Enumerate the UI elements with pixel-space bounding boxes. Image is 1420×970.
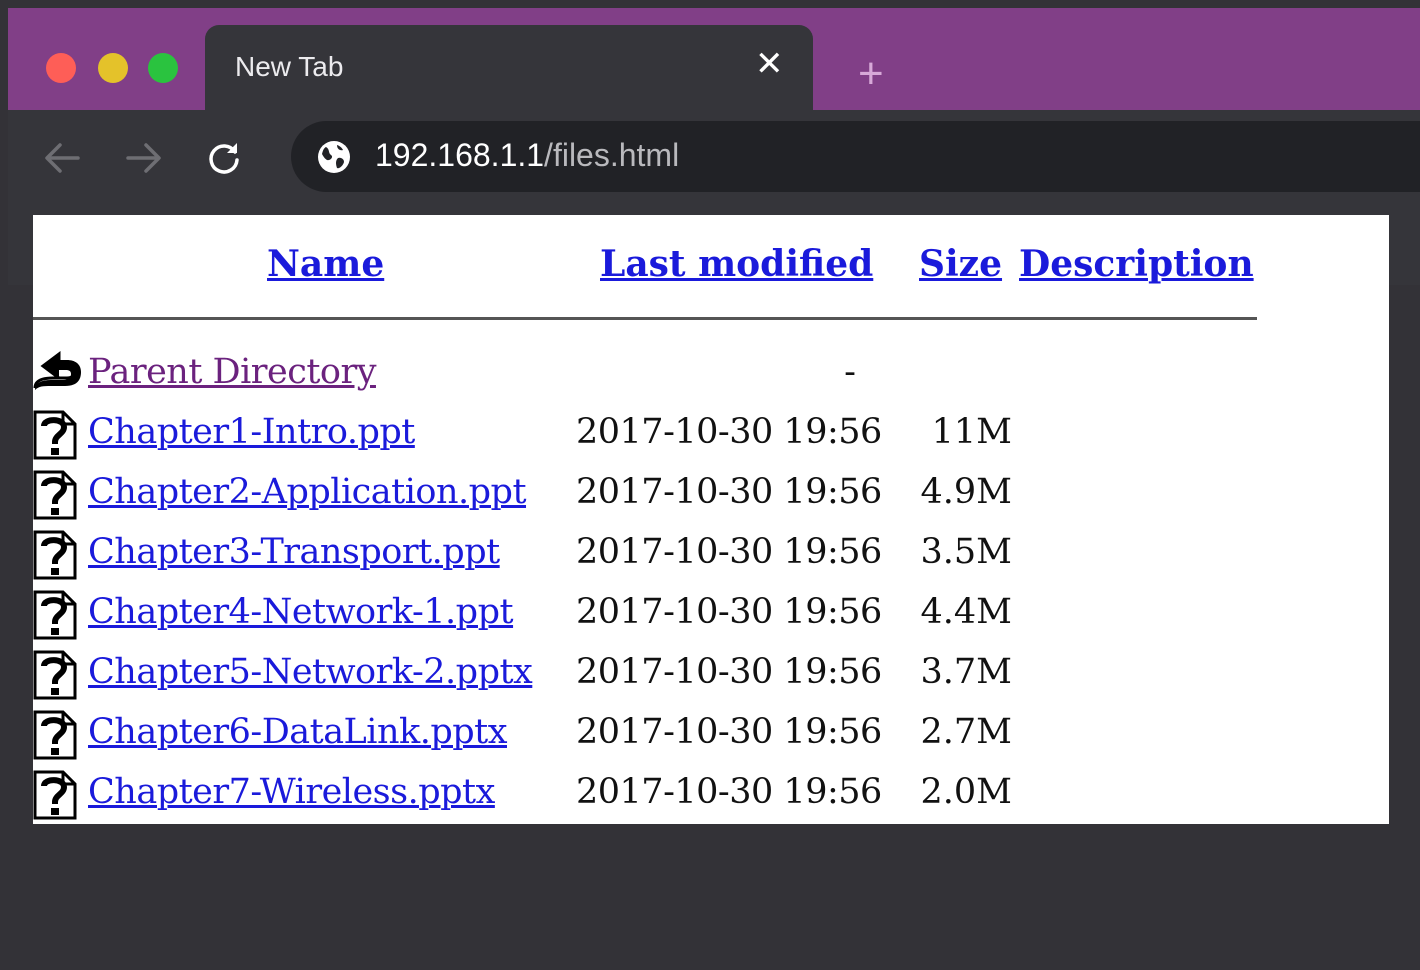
unknown-file-icon — [33, 770, 77, 824]
url-host: 192.168.1.1 — [375, 137, 545, 173]
file-size: 2.7M — [920, 712, 1013, 752]
back-arrow-icon[interactable] — [44, 142, 80, 179]
file-size: 11M — [931, 412, 1012, 452]
sort-by-last-modified-link[interactable]: Last modified — [600, 243, 873, 285]
reload-icon[interactable] — [206, 140, 242, 181]
tab-new-tab[interactable]: New Tab ✕ — [205, 25, 813, 111]
sort-by-size-link[interactable]: Size — [919, 243, 1002, 285]
tab-close-icon[interactable]: ✕ — [755, 47, 784, 81]
file-date: 2017-10-30 19:56 — [576, 652, 882, 692]
url-text: 192.168.1.1/files.html — [375, 137, 679, 174]
unknown-file-icon — [33, 710, 77, 764]
file-link[interactable]: Chapter7-Wireless.pptx — [88, 772, 495, 812]
file-size: 2.0M — [920, 772, 1013, 812]
unknown-file-icon — [33, 530, 77, 584]
file-date: 2017-10-30 19:56 — [576, 532, 882, 572]
file-date: 2017-10-30 19:56 — [576, 772, 882, 812]
file-link[interactable]: Chapter5-Network-2.pptx — [88, 652, 533, 692]
file-link[interactable]: Chapter2-Application.ppt — [88, 472, 527, 512]
sort-by-name-link[interactable]: Name — [267, 243, 384, 285]
file-size: 4.9M — [920, 472, 1013, 512]
parent-directory-link[interactable]: Parent Directory — [88, 352, 376, 392]
unknown-file-icon — [33, 650, 77, 704]
unknown-file-icon — [33, 590, 77, 644]
file-date: 2017-10-30 19:56 — [576, 472, 882, 512]
maximize-window-button[interactable] — [148, 53, 178, 83]
file-row: Chapter5-Network-2.pptx 2017-10-30 19:56 3… — [33, 650, 1233, 700]
file-link[interactable]: Chapter3-Transport.ppt — [88, 532, 500, 572]
unknown-file-icon — [33, 410, 77, 464]
file-row: Chapter7-Wireless.pptx 2017-10-30 19:56 2.… — [33, 770, 1233, 820]
forward-arrow-icon[interactable] — [126, 142, 162, 179]
sort-by-description-link[interactable]: Description — [1019, 243, 1254, 285]
close-window-button[interactable] — [46, 53, 76, 83]
tab-title: New Tab — [235, 51, 344, 82]
file-link[interactable]: Chapter6-DataLink.pptx — [88, 712, 507, 752]
file-row: Chapter3-Transport.ppt 2017-10-30 19:56 3.… — [33, 530, 1233, 580]
minimize-window-button[interactable] — [98, 53, 128, 83]
new-tab-button[interactable]: + — [858, 52, 884, 96]
back-arrow-icon — [33, 350, 83, 402]
file-size: 3.5M — [920, 532, 1013, 572]
file-row: Chapter6-DataLink.pptx 2017-10-30 19:56 2.… — [33, 710, 1233, 760]
file-date: 2017-10-30 19:56 — [576, 592, 882, 632]
parent-size: - — [844, 352, 856, 392]
file-row: Chapter4-Network-1.ppt 2017-10-30 19:56 4.… — [33, 590, 1233, 640]
file-link[interactable]: Chapter4-Network-1.ppt — [88, 592, 514, 632]
url-path: /files.html — [544, 137, 680, 173]
file-size: 4.4M — [920, 592, 1013, 632]
file-date: 2017-10-30 19:56 — [576, 712, 882, 752]
file-size: 3.7M — [920, 652, 1013, 692]
header-divider — [33, 317, 1257, 320]
page-content: Name Last modified Size Description Pare… — [33, 215, 1389, 824]
address-bar[interactable]: 192.168.1.1/files.html — [291, 121, 1420, 192]
file-row: Chapter1-Intro.ppt 2017-10-30 19:56 11M — [33, 410, 1233, 460]
unknown-file-icon — [33, 470, 77, 524]
file-link[interactable]: Chapter1-Intro.ppt — [88, 412, 415, 452]
globe-icon — [317, 140, 351, 179]
parent-directory-row: Parent Directory - — [33, 350, 1233, 400]
file-row: Chapter2-Application.ppt 2017-10-30 19:56… — [33, 470, 1233, 520]
file-date: 2017-10-30 19:56 — [576, 412, 882, 452]
